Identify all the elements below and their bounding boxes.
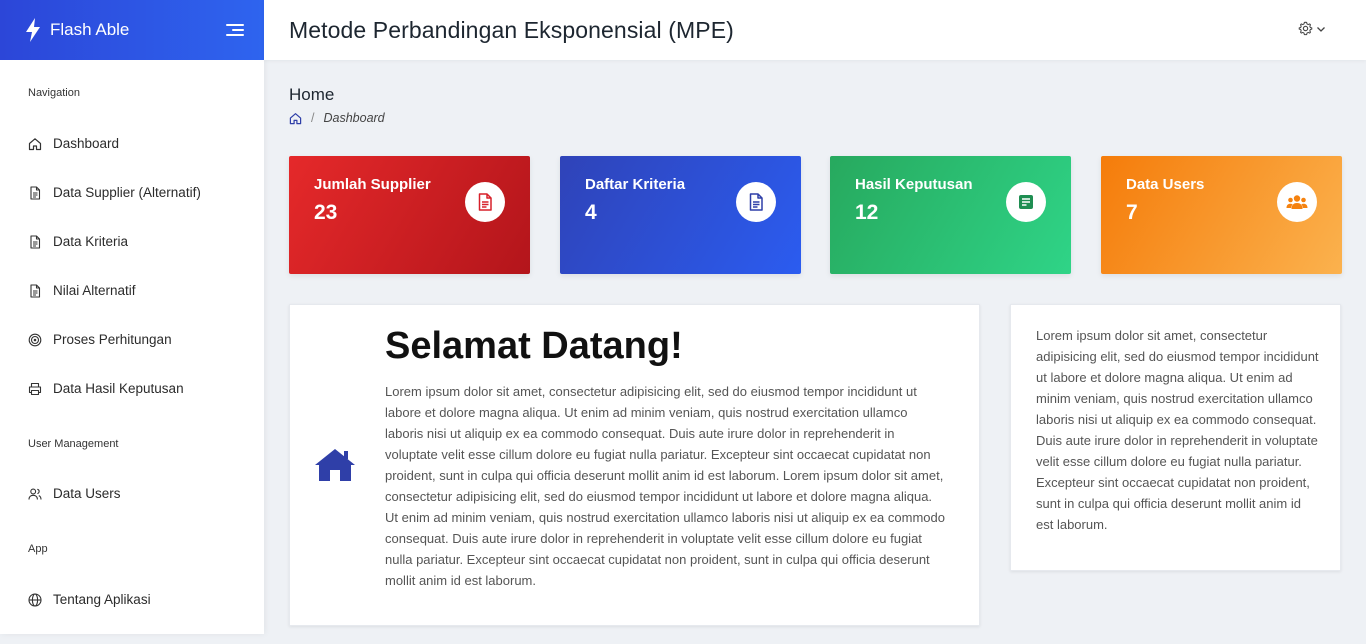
globe-icon	[28, 592, 42, 607]
info-text: Lorem ipsum dolor sit amet, consectetur …	[1036, 328, 1319, 532]
sidebar-item-label: Tentang Aplikasi	[53, 592, 151, 607]
page-title: Metode Perbandingan Eksponensial (MPE)	[289, 16, 734, 43]
home-icon	[28, 137, 42, 151]
sidebar-item-label: Data Hasil Keputusan	[53, 381, 184, 396]
printer-icon	[28, 382, 42, 396]
file-icon	[28, 283, 42, 298]
sidebar-item-label: Data Supplier (Alternatif)	[53, 185, 201, 200]
welcome-panel: Selamat Datang! Lorem ipsum dolor sit am…	[289, 304, 980, 626]
gear-icon	[1298, 21, 1313, 36]
sidebar-item-label: Nilai Alternatif	[53, 283, 136, 298]
file-pdf-icon	[465, 182, 505, 222]
breadcrumb-current[interactable]: Dashboard	[323, 111, 384, 125]
sidebar-item-tentang-aplikasi[interactable]: Tentang Aplikasi	[28, 592, 151, 607]
house-icon	[314, 448, 356, 482]
section-title: Home	[289, 85, 335, 104]
nav-caption-navigation: Navigation	[28, 87, 80, 99]
breadcrumb: / Dashboard	[289, 111, 385, 125]
stat-card-jumlah-supplier[interactable]: Jumlah Supplier 23	[289, 156, 530, 274]
stat-card-data-users[interactable]: Data Users 7	[1101, 156, 1342, 274]
list-icon	[1006, 182, 1046, 222]
sidebar-item-data-users[interactable]: Data Users	[28, 486, 121, 501]
stat-card-hasil-keputusan[interactable]: Hasil Keputusan 12	[830, 156, 1071, 274]
sidebar-item-data-hasil-keputusan[interactable]: Data Hasil Keputusan	[28, 381, 184, 396]
brand-bar: Flash Able	[0, 0, 264, 60]
sidebar-item-proses-perhitungan[interactable]: Proses Perhitungan	[28, 332, 172, 347]
nav-caption-app: App	[28, 543, 48, 555]
sidebar-item-dashboard[interactable]: Dashboard	[28, 136, 119, 151]
welcome-title: Selamat Datang!	[385, 325, 683, 367]
file-icon	[28, 185, 42, 200]
home-icon[interactable]	[289, 112, 302, 125]
chevron-down-icon	[1316, 24, 1326, 34]
menu-toggle-icon[interactable]	[224, 22, 244, 38]
sidebar-item-label: Data Kriteria	[53, 234, 129, 249]
sidebar-item-nilai-alternatif[interactable]: Nilai Alternatif	[28, 283, 136, 298]
sidebar-item-label: Data Users	[53, 486, 121, 501]
bolt-icon	[24, 18, 42, 42]
sidebar-item-label: Proses Perhitungan	[53, 332, 172, 347]
users-icon	[1277, 182, 1317, 222]
file-alt-icon	[736, 182, 776, 222]
brand-name[interactable]: Flash Able	[50, 20, 224, 40]
settings-dropdown[interactable]	[1298, 21, 1326, 36]
target-icon	[28, 333, 42, 347]
file-icon	[28, 234, 42, 249]
sidebar-item-label: Dashboard	[53, 136, 120, 151]
top-header: Metode Perbandingan Eksponensial (MPE)	[264, 0, 1366, 60]
users-icon	[28, 487, 42, 501]
sidebar: Flash Able Navigation Dashboard Data Sup…	[0, 0, 264, 634]
info-panel: Lorem ipsum dolor sit amet, consectetur …	[1010, 304, 1341, 571]
sidebar-item-data-supplier[interactable]: Data Supplier (Alternatif)	[28, 185, 201, 200]
breadcrumb-separator: /	[311, 111, 315, 125]
sidebar-item-data-kriteria[interactable]: Data Kriteria	[28, 234, 128, 249]
nav-caption-user-management: User Management	[28, 438, 119, 450]
stat-card-daftar-kriteria[interactable]: Daftar Kriteria 4	[560, 156, 801, 274]
welcome-text: Lorem ipsum dolor sit amet, consectetur …	[385, 384, 945, 588]
